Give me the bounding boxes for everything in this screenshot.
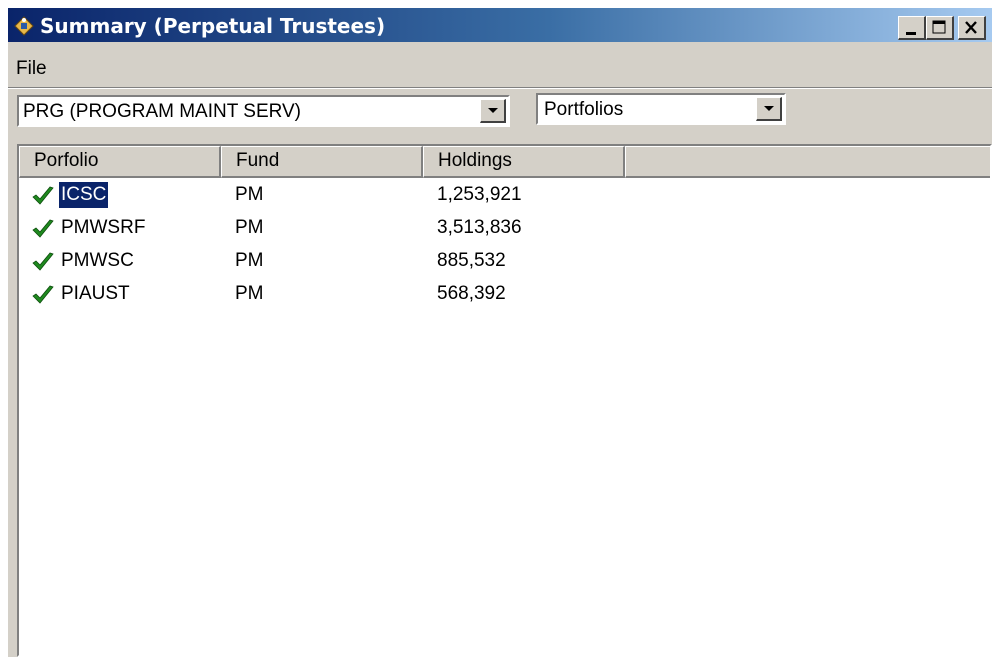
view-combobox[interactable]: Portfolios: [536, 93, 786, 125]
column-header-portfolio[interactable]: Porfolio: [19, 146, 221, 178]
check-icon: [32, 219, 54, 238]
check-icon: [32, 285, 54, 304]
cell-holdings: 3,513,836: [437, 217, 522, 238]
window-title: Summary (Perpetual Trustees): [40, 14, 386, 38]
menu-file[interactable]: File: [12, 58, 51, 80]
cell-fund: PM: [235, 217, 264, 238]
check-icon: [32, 252, 54, 271]
close-button[interactable]: [958, 16, 986, 40]
table-row[interactable]: PIAUST PM 568,392: [19, 277, 990, 310]
portfolio-list[interactable]: Porfolio Fund Holdings ICSC PM 1,253,921…: [17, 144, 992, 657]
menu-divider: [8, 87, 992, 89]
minimize-icon: [906, 32, 916, 35]
menu-bar: File: [8, 54, 992, 82]
group-dropdown-button[interactable]: [480, 99, 506, 123]
app-icon: [14, 16, 34, 36]
maximize-icon: [932, 20, 946, 34]
cell-portfolio: ICSC: [57, 181, 110, 209]
column-header-holdings[interactable]: Holdings: [423, 146, 625, 178]
cell-fund: PM: [235, 184, 264, 205]
group-combobox-value: PRG (PROGRAM MAINT SERV): [23, 101, 301, 122]
group-combobox[interactable]: PRG (PROGRAM MAINT SERV): [17, 95, 510, 127]
title-bar[interactable]: Summary (Perpetual Trustees): [8, 8, 992, 42]
column-header-blank[interactable]: [625, 146, 990, 178]
cell-holdings: 1,253,921: [437, 184, 522, 205]
maximize-button[interactable]: [926, 16, 954, 40]
dropdown-arrow-icon: [764, 106, 774, 111]
list-header: Porfolio Fund Holdings: [19, 146, 990, 178]
close-icon: [965, 21, 977, 34]
view-dropdown-button[interactable]: [756, 97, 782, 121]
cell-portfolio: PMWSC: [61, 250, 134, 271]
table-row[interactable]: ICSC PM 1,253,921: [19, 178, 990, 211]
table-row[interactable]: PMWSC PM 885,532: [19, 244, 990, 277]
column-header-fund[interactable]: Fund: [221, 146, 423, 178]
minimize-button[interactable]: [898, 16, 926, 40]
cell-holdings: 885,532: [437, 250, 506, 271]
cell-portfolio: PIAUST: [61, 283, 130, 304]
view-combobox-value: Portfolios: [544, 99, 624, 120]
summary-window: Summary (Perpetual Trustees) File PRG (P…: [8, 8, 992, 657]
cell-holdings: 568,392: [437, 283, 506, 304]
dropdown-arrow-icon: [488, 108, 498, 113]
check-icon: [32, 186, 54, 205]
cell-portfolio: PMWSRF: [61, 217, 146, 238]
cell-fund: PM: [235, 283, 264, 304]
table-row[interactable]: PMWSRF PM 3,513,836: [19, 211, 990, 244]
cell-fund: PM: [235, 250, 264, 271]
